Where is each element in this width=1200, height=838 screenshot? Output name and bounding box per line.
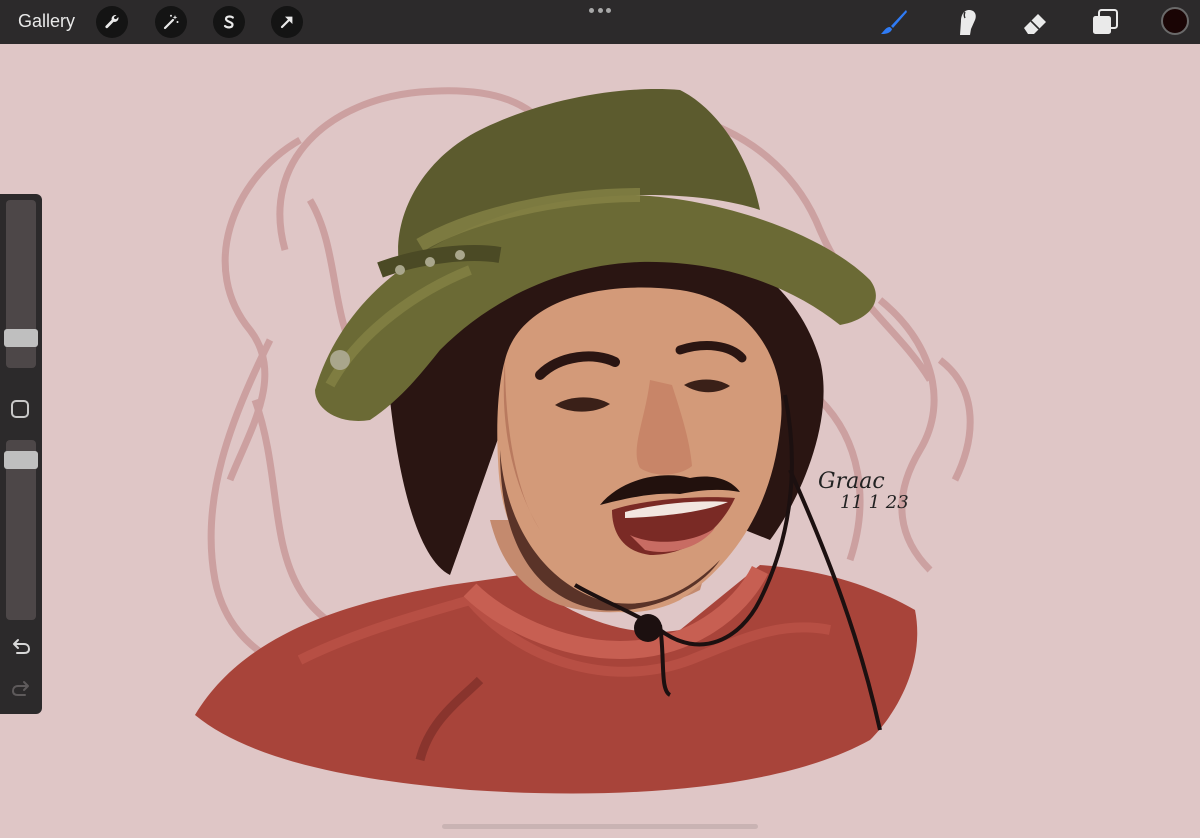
brush-size-thumb[interactable] bbox=[4, 329, 38, 347]
redo-icon[interactable] bbox=[10, 678, 32, 700]
smudge-finger-icon[interactable] bbox=[950, 7, 980, 37]
gallery-button[interactable]: Gallery bbox=[18, 11, 75, 32]
left-sidebar bbox=[0, 194, 42, 714]
drawing-canvas[interactable]: Graac 11 1 23 bbox=[0, 44, 1200, 838]
dot bbox=[597, 8, 603, 13]
brush-icon[interactable] bbox=[879, 7, 909, 37]
transform-button[interactable] bbox=[271, 6, 303, 38]
signature-date: 11 1 23 bbox=[840, 492, 909, 513]
square-modify-icon[interactable] bbox=[11, 400, 29, 418]
wrench-icon bbox=[105, 15, 119, 29]
more-options-handle[interactable] bbox=[589, 8, 611, 16]
arrow-cursor-icon bbox=[280, 16, 293, 29]
selection-s-icon bbox=[223, 15, 234, 29]
signature-name: Graac bbox=[818, 469, 885, 494]
actions-button[interactable] bbox=[96, 6, 128, 38]
top-toolbar: Gallery bbox=[0, 0, 1200, 44]
dot bbox=[589, 8, 594, 13]
artwork-portrait: Graac 11 1 23 bbox=[195, 87, 974, 794]
home-indicator[interactable] bbox=[442, 824, 758, 829]
color-picker-swatch[interactable] bbox=[1161, 7, 1189, 35]
selection-button[interactable] bbox=[213, 6, 245, 38]
dot bbox=[606, 8, 611, 13]
undo-icon[interactable] bbox=[10, 636, 32, 658]
magic-wand-icon bbox=[163, 14, 179, 30]
adjustments-button[interactable] bbox=[155, 6, 187, 38]
layers-icon[interactable] bbox=[1090, 7, 1120, 37]
eraser-icon[interactable] bbox=[1020, 7, 1050, 37]
opacity-thumb[interactable] bbox=[4, 451, 38, 469]
